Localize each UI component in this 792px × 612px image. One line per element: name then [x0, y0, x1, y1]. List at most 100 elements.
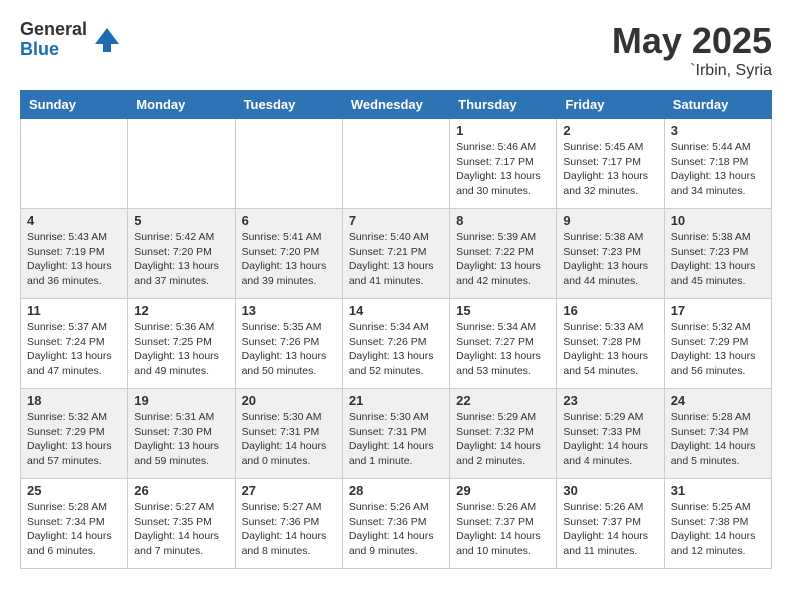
table-row: 2 Sunrise: 5:45 AM Sunset: 7:17 PM Daylig…	[557, 119, 664, 209]
day-info: Sunrise: 5:34 AM Sunset: 7:27 PM Dayligh…	[456, 320, 550, 379]
day-info: Sunrise: 5:44 AM Sunset: 7:18 PM Dayligh…	[671, 140, 765, 199]
day-info: Sunrise: 5:28 AM Sunset: 7:34 PM Dayligh…	[27, 500, 121, 559]
day-number: 4	[27, 213, 121, 228]
day-info: Sunrise: 5:27 AM Sunset: 7:35 PM Dayligh…	[134, 500, 228, 559]
table-row: 5 Sunrise: 5:42 AM Sunset: 7:20 PM Daylig…	[128, 209, 235, 299]
day-number: 8	[456, 213, 550, 228]
day-info: Sunrise: 5:41 AM Sunset: 7:20 PM Dayligh…	[242, 230, 336, 289]
logo-blue: Blue	[20, 40, 87, 60]
logo-icon	[91, 24, 123, 56]
logo-general: General	[20, 20, 87, 40]
day-info: Sunrise: 5:33 AM Sunset: 7:28 PM Dayligh…	[563, 320, 657, 379]
day-info: Sunrise: 5:29 AM Sunset: 7:33 PM Dayligh…	[563, 410, 657, 469]
page-header: General Blue May 2025 `Irbin, Syria	[20, 20, 772, 80]
table-row: 6Sunrise: 5:41 AM Sunset: 7:20 PM Daylig…	[235, 209, 342, 299]
table-row: 20Sunrise: 5:30 AM Sunset: 7:31 PM Dayli…	[235, 389, 342, 479]
day-number: 5	[134, 213, 228, 228]
day-number: 25	[27, 483, 121, 498]
table-row: 17 Sunrise: 5:32 AM Sunset: 7:29 PM Dayli…	[664, 299, 771, 389]
day-info: Sunrise: 5:26 AM Sunset: 7:37 PM Dayligh…	[563, 500, 657, 559]
col-friday: Friday	[557, 91, 664, 119]
day-info: Sunrise: 5:42 AM Sunset: 7:20 PM Dayligh…	[134, 230, 228, 289]
table-row: 24 Sunrise: 5:28 AM Sunset: 7:34 PM Dayli…	[664, 389, 771, 479]
table-row: 19 Sunrise: 5:31 AM Sunset: 7:30 PM Dayli…	[128, 389, 235, 479]
day-number: 10	[671, 213, 765, 228]
calendar-week-5: 25 Sunrise: 5:28 AM Sunset: 7:34 PM Dayli…	[21, 479, 772, 569]
day-number: 28	[349, 483, 443, 498]
table-row: 8 Sunrise: 5:39 AM Sunset: 7:22 PM Daylig…	[450, 209, 557, 299]
day-number: 23	[563, 393, 657, 408]
logo-text: General Blue	[20, 20, 87, 60]
day-number: 9	[563, 213, 657, 228]
table-row: 10 Sunrise: 5:38 AM Sunset: 7:23 PM Dayli…	[664, 209, 771, 299]
table-row: 22Sunrise: 5:29 AM Sunset: 7:32 PM Dayli…	[450, 389, 557, 479]
day-info: Sunrise: 5:25 AM Sunset: 7:38 PM Dayligh…	[671, 500, 765, 559]
day-number: 26	[134, 483, 228, 498]
day-number: 3	[671, 123, 765, 138]
table-row: 4 Sunrise: 5:43 AM Sunset: 7:19 PM Daylig…	[21, 209, 128, 299]
col-monday: Monday	[128, 91, 235, 119]
table-row: 14Sunrise: 5:34 AM Sunset: 7:26 PM Dayli…	[342, 299, 449, 389]
col-sunday: Sunday	[21, 91, 128, 119]
day-info: Sunrise: 5:28 AM Sunset: 7:34 PM Dayligh…	[671, 410, 765, 469]
day-info: Sunrise: 5:30 AM Sunset: 7:31 PM Dayligh…	[349, 410, 443, 469]
table-row: 12Sunrise: 5:36 AM Sunset: 7:25 PM Dayli…	[128, 299, 235, 389]
day-number: 12	[134, 303, 228, 318]
day-number: 1	[456, 123, 550, 138]
day-number: 29	[456, 483, 550, 498]
day-number: 17	[671, 303, 765, 318]
table-row	[128, 119, 235, 209]
calendar-week-1: 1Sunrise: 5:46 AM Sunset: 7:17 PM Daylig…	[21, 119, 772, 209]
day-info: Sunrise: 5:37 AM Sunset: 7:24 PM Dayligh…	[27, 320, 121, 379]
table-row: 1Sunrise: 5:46 AM Sunset: 7:17 PM Daylig…	[450, 119, 557, 209]
day-number: 24	[671, 393, 765, 408]
day-info: Sunrise: 5:45 AM Sunset: 7:17 PM Dayligh…	[563, 140, 657, 199]
day-info: Sunrise: 5:43 AM Sunset: 7:19 PM Dayligh…	[27, 230, 121, 289]
table-row: 9 Sunrise: 5:38 AM Sunset: 7:23 PM Daylig…	[557, 209, 664, 299]
day-number: 19	[134, 393, 228, 408]
day-number: 7	[349, 213, 443, 228]
calendar-week-2: 4 Sunrise: 5:43 AM Sunset: 7:19 PM Daylig…	[21, 209, 772, 299]
day-info: Sunrise: 5:32 AM Sunset: 7:29 PM Dayligh…	[671, 320, 765, 379]
table-row: 7Sunrise: 5:40 AM Sunset: 7:21 PM Daylig…	[342, 209, 449, 299]
location: `Irbin, Syria	[612, 62, 772, 80]
col-wednesday: Wednesday	[342, 91, 449, 119]
table-row: 16 Sunrise: 5:33 AM Sunset: 7:28 PM Dayli…	[557, 299, 664, 389]
day-info: Sunrise: 5:38 AM Sunset: 7:23 PM Dayligh…	[563, 230, 657, 289]
day-info: Sunrise: 5:39 AM Sunset: 7:22 PM Dayligh…	[456, 230, 550, 289]
calendar-body: 1Sunrise: 5:46 AM Sunset: 7:17 PM Daylig…	[21, 119, 772, 569]
table-row: 21Sunrise: 5:30 AM Sunset: 7:31 PM Dayli…	[342, 389, 449, 479]
day-number: 11	[27, 303, 121, 318]
day-info: Sunrise: 5:31 AM Sunset: 7:30 PM Dayligh…	[134, 410, 228, 469]
table-row	[342, 119, 449, 209]
table-row: 15Sunrise: 5:34 AM Sunset: 7:27 PM Dayli…	[450, 299, 557, 389]
month-year: May 2025	[612, 20, 772, 62]
calendar-week-4: 18Sunrise: 5:32 AM Sunset: 7:29 PM Dayli…	[21, 389, 772, 479]
day-number: 16	[563, 303, 657, 318]
day-info: Sunrise: 5:26 AM Sunset: 7:36 PM Dayligh…	[349, 500, 443, 559]
table-row: 31Sunrise: 5:25 AM Sunset: 7:38 PM Dayli…	[664, 479, 771, 569]
table-row	[235, 119, 342, 209]
day-info: Sunrise: 5:27 AM Sunset: 7:36 PM Dayligh…	[242, 500, 336, 559]
table-row: 26 Sunrise: 5:27 AM Sunset: 7:35 PM Dayli…	[128, 479, 235, 569]
col-saturday: Saturday	[664, 91, 771, 119]
day-info: Sunrise: 5:32 AM Sunset: 7:29 PM Dayligh…	[27, 410, 121, 469]
day-info: Sunrise: 5:26 AM Sunset: 7:37 PM Dayligh…	[456, 500, 550, 559]
day-number: 14	[349, 303, 443, 318]
calendar-header: Sunday Monday Tuesday Wednesday Thursday…	[21, 91, 772, 119]
day-number: 27	[242, 483, 336, 498]
day-number: 20	[242, 393, 336, 408]
table-row: 30Sunrise: 5:26 AM Sunset: 7:37 PM Dayli…	[557, 479, 664, 569]
table-row: 28 Sunrise: 5:26 AM Sunset: 7:36 PM Dayli…	[342, 479, 449, 569]
table-row: 13Sunrise: 5:35 AM Sunset: 7:26 PM Dayli…	[235, 299, 342, 389]
calendar-week-3: 11 Sunrise: 5:37 AM Sunset: 7:24 PM Dayli…	[21, 299, 772, 389]
day-number: 13	[242, 303, 336, 318]
logo: General Blue	[20, 20, 123, 60]
table-row: 27 Sunrise: 5:27 AM Sunset: 7:36 PM Dayli…	[235, 479, 342, 569]
table-row	[21, 119, 128, 209]
table-row: 29 Sunrise: 5:26 AM Sunset: 7:37 PM Dayli…	[450, 479, 557, 569]
day-info: Sunrise: 5:29 AM Sunset: 7:32 PM Dayligh…	[456, 410, 550, 469]
day-number: 2	[563, 123, 657, 138]
day-info: Sunrise: 5:38 AM Sunset: 7:23 PM Dayligh…	[671, 230, 765, 289]
table-row: 23 Sunrise: 5:29 AM Sunset: 7:33 PM Dayli…	[557, 389, 664, 479]
